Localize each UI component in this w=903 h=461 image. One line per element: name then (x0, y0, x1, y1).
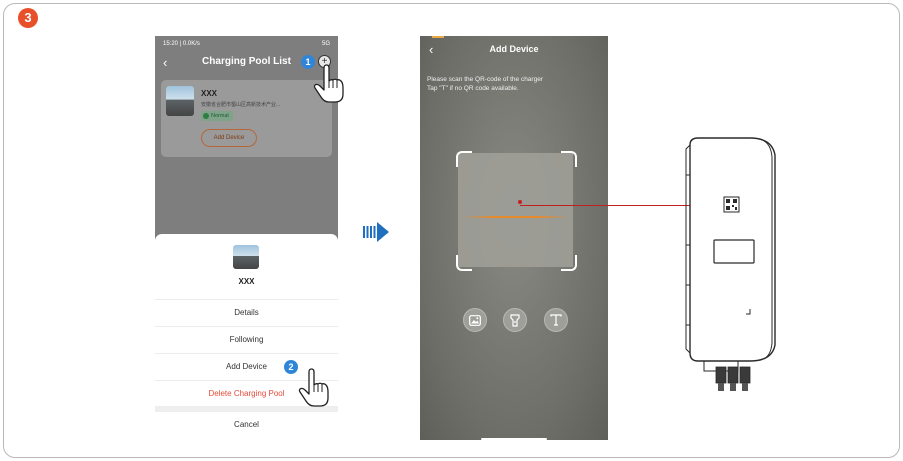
sheet-pool-name: XXX (238, 277, 255, 286)
flashlight-icon[interactable] (503, 308, 527, 332)
pool-address: 安徽省合肥市蜀山区高新技术产业... (201, 102, 281, 108)
pool-thumbnail (166, 86, 194, 116)
pool-name: XXX (201, 89, 218, 98)
sheet-item-following[interactable]: Following (155, 326, 338, 353)
sheet-item-details[interactable]: Details (155, 299, 338, 326)
home-indicator (481, 438, 547, 440)
charger-side-view (685, 137, 776, 391)
image-icon[interactable] (463, 308, 487, 332)
charging-pool-card[interactable]: XXX 安徽省合肥市蜀山区高新技术产业... Normal Add Device (161, 80, 332, 157)
qr-scan-area (458, 153, 573, 267)
action-sheet: XXX Details Following Add Device Delete … (155, 234, 338, 440)
cancel-button[interactable]: Cancel (155, 412, 338, 438)
scan-instruction-secondary: Tap "T" if no QR code available. (427, 85, 519, 92)
status-bar-signal: 5G (321, 41, 330, 47)
next-step-arrow-icon (363, 222, 389, 242)
status-badge: Normal (201, 111, 233, 121)
text-input-icon[interactable] (544, 308, 568, 332)
status-badge-label: Normal (211, 113, 229, 119)
add-device-screen: ‹ Add Device Please scan the QR-code of … (420, 36, 608, 440)
scan-frame-corner (561, 255, 577, 271)
scan-frame-corner (456, 255, 472, 271)
pointing-hand-icon (298, 368, 329, 407)
pool-thumbnail (233, 245, 259, 269)
scan-frame-corner (561, 151, 577, 167)
scan-line (462, 216, 569, 218)
add-device-button[interactable]: Add Device (201, 129, 257, 147)
check-icon (203, 112, 209, 119)
scan-target-dot (518, 200, 522, 204)
step-number-badge: 3 (18, 8, 38, 28)
status-bar: 15:20 | 0.0K/s 5G (163, 41, 330, 47)
scan-frame-corner (456, 151, 472, 167)
page-title: Add Device (489, 44, 539, 54)
cable-connectors (715, 366, 751, 391)
status-indicator (432, 36, 444, 38)
qr-code-icon (723, 196, 740, 213)
scan-instruction: Please scan the QR-code of the charger (427, 76, 543, 83)
status-bar-time: 15:20 | 0.0K/s (163, 41, 200, 47)
pointing-hand-icon (313, 64, 344, 103)
callout-badge-2: 2 (284, 360, 298, 374)
